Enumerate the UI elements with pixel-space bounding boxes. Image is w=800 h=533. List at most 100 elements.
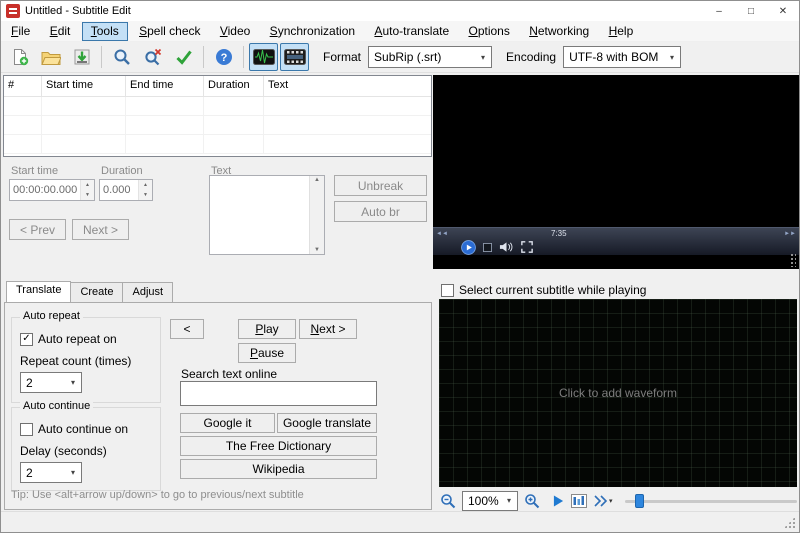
waveform-view-button[interactable] [570,491,588,511]
column-duration[interactable]: Duration [204,76,264,97]
column-number[interactable]: # [4,76,42,97]
zoom-combo[interactable]: 100% ▾ [462,490,518,511]
next-subtitle-button[interactable]: Next > [72,219,129,240]
fullscreen-icon[interactable] [521,241,533,253]
svg-text:?: ? [220,52,227,64]
menu-video[interactable]: Video [212,22,258,41]
free-dictionary-button[interactable]: The Free Dictionary [180,436,377,456]
encoding-combo[interactable]: UTF-8 with BOM ▾ [563,46,682,68]
prev-subtitle-button[interactable]: < Prev [9,219,66,240]
spell-check-button[interactable] [169,43,198,71]
window-title: Untitled - Subtitle Edit [25,5,131,17]
waveform-controls: 100% ▾ ▾ [439,490,797,511]
panel-resize-grip[interactable] [790,253,796,267]
google-it-button[interactable]: Google it [180,413,275,433]
column-text[interactable]: Text [264,76,431,97]
back-button[interactable]: < [170,319,204,339]
format-combo[interactable]: SubRip (.srt) ▾ [368,46,493,68]
tab-translate[interactable]: Translate [6,281,72,302]
play-button[interactable]: Play [238,319,296,339]
slider-thumb[interactable] [634,493,644,508]
window-resize-grip[interactable] [783,516,796,529]
toolbar: ? Format SubRip (.srt) ▾ Encoding UTF-8 … [1,42,799,73]
volume-icon[interactable] [499,241,514,253]
subtitle-list-header: # Start time End time Duration Text [4,76,431,97]
duration-stepper[interactable]: 0.000 ▲ ▼ [99,179,153,201]
auto-repeat-checkbox[interactable]: ✓ [20,332,33,346]
tab-adjust[interactable]: Adjust [122,282,174,302]
tab-create[interactable]: Create [70,282,124,302]
spell-check-icon [175,50,192,65]
zoom-value: 100% [468,493,499,508]
subtitle-text-area[interactable]: ▲ ▼ [209,175,325,255]
menu-spell-check[interactable]: Spell check [131,22,208,41]
menu-networking[interactable]: Networking [521,22,597,41]
column-end-time[interactable]: End time [126,76,204,97]
textarea-scrollbar[interactable]: ▲ ▼ [309,176,324,254]
menu-edit[interactable]: Edit [42,22,79,41]
find-button[interactable] [107,43,136,71]
help-button[interactable]: ? [209,43,238,71]
google-translate-button[interactable]: Google translate [277,413,377,433]
encoding-label: Encoding [506,50,557,64]
seek-bar[interactable]: ◄◄ 7:35 ►► [433,228,799,239]
zoom-in-button[interactable] [523,491,541,511]
new-file-icon [13,49,28,66]
zoom-out-button[interactable] [439,491,457,511]
title-bar: Untitled - Subtitle Edit – □ ✕ [1,1,799,21]
step-up-icon[interactable]: ▲ [139,180,152,190]
auto-break-button[interactable]: Auto br [334,201,427,222]
save-button[interactable] [67,43,96,71]
auto-continue-checkbox[interactable] [20,422,33,436]
save-icon [74,49,89,65]
new-file-button[interactable] [5,43,34,71]
stop-icon[interactable] [483,242,492,252]
waveform-play-button[interactable] [552,491,565,511]
start-time-stepper[interactable]: 00:00:00.000 ▲ ▼ [9,179,95,201]
maximize-button[interactable]: □ [735,1,767,21]
scroll-down-icon[interactable]: ▼ [314,247,320,253]
duration-value: 0.000 [103,184,131,196]
column-start-time[interactable]: Start time [42,76,126,97]
menu-help[interactable]: Help [601,22,642,41]
menu-auto-translate[interactable]: Auto-translate [366,22,457,41]
replace-button[interactable] [138,43,167,71]
delay-label: Delay (seconds) [20,444,107,458]
chevron-down-icon: ▾ [670,52,675,62]
toggle-video-button[interactable] [280,43,309,71]
status-bar [1,511,799,532]
close-button[interactable]: ✕ [767,1,799,21]
check-icon: ✓ [22,333,31,344]
pause-button[interactable]: Pause [238,343,296,363]
translate-tab-page: Auto repeat ✓ Auto repeat on Repeat coun… [4,302,432,510]
step-down-icon[interactable]: ▼ [81,190,94,200]
playback-speed-button[interactable]: ▾ [593,491,614,511]
repeat-count-combo[interactable]: 2 ▾ [20,372,82,393]
menu-options[interactable]: Options [460,22,517,41]
step-up-icon[interactable]: ▲ [81,180,94,190]
rewind-icon[interactable]: ◄◄ [436,231,448,237]
toggle-waveform-button[interactable] [249,43,278,71]
playback-position: 7:35 [551,229,567,238]
menu-tools[interactable]: Tools [81,22,128,41]
search-text-input[interactable] [180,381,377,406]
play-icon [553,495,564,506]
unbreak-button[interactable]: Unbreak [334,175,427,196]
tip-text: Tip: Use <alt+arrow up/down> to go to pr… [11,489,304,501]
minimize-button[interactable]: – [703,1,735,21]
video-player[interactable]: ◄◄ 7:35 ►► [433,75,799,269]
waveform-position-slider[interactable] [624,493,797,509]
chevron-down-icon: ▾ [70,378,75,387]
next-button[interactable]: Next > [299,319,357,339]
menu-synchronization[interactable]: Synchronization [262,22,363,41]
step-down-icon[interactable]: ▼ [139,190,152,200]
menu-file[interactable]: File [3,22,38,41]
scroll-up-icon[interactable]: ▲ [314,177,320,183]
delay-combo[interactable]: 2 ▾ [20,462,82,483]
select-current-subtitle-checkbox[interactable] [441,283,454,297]
open-file-button[interactable] [36,43,65,71]
forward-icon[interactable]: ►► [784,231,796,237]
play-icon[interactable] [461,239,476,255]
wikipedia-button[interactable]: Wikipedia [180,459,377,479]
waveform-panel[interactable]: Click to add waveform [439,299,797,487]
